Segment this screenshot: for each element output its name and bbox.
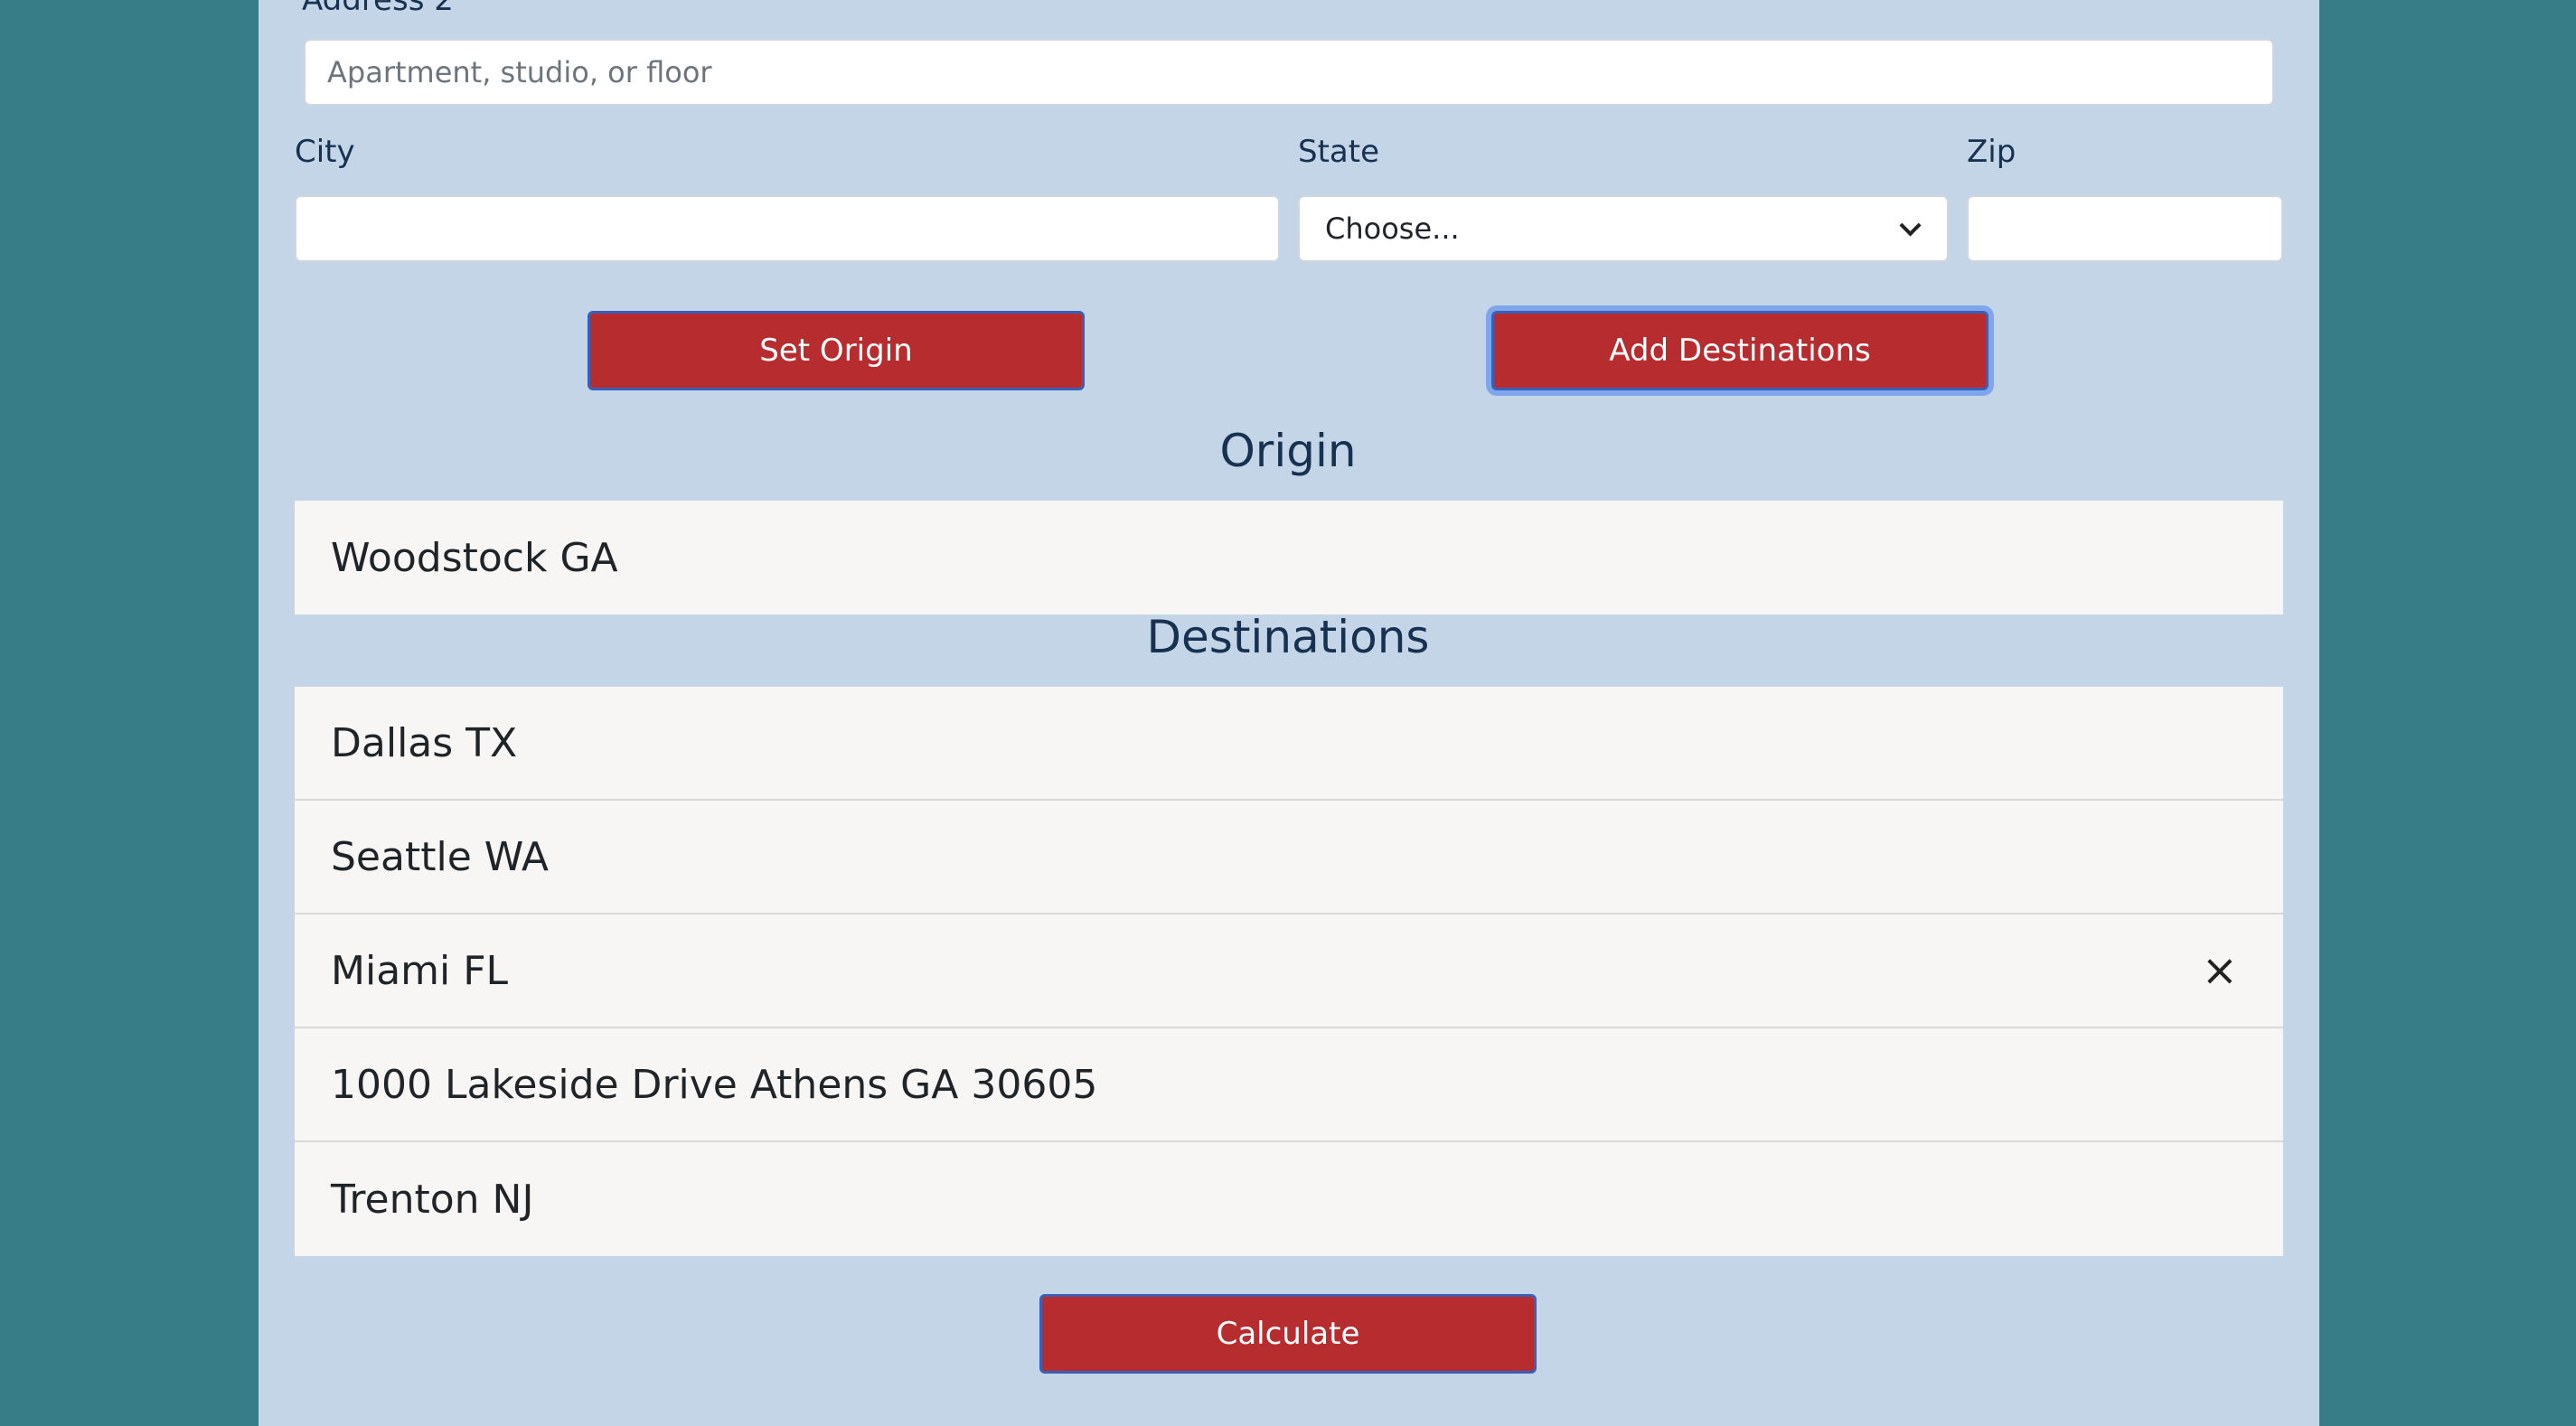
state-label: State [1298,134,1379,170]
zip-label: Zip [1967,134,2017,170]
origin-list: Woodstock GA [295,501,2283,614]
origin-heading: Origin [1219,425,1357,477]
origin-item-label: Woodstock GA [331,534,618,581]
destination-item-label: Trenton NJ [331,1176,534,1223]
destination-item[interactable]: Dallas TX [295,687,2283,801]
destination-item-label: Seattle WA [331,833,549,880]
chevron-down-icon [1899,213,1922,237]
zip-input[interactable] [1967,195,2283,262]
destination-item[interactable]: Seattle WA [295,801,2283,915]
destinations-list: Dallas TX Seattle WA Miami FL × 1000 Lak… [295,687,2283,1256]
destination-item[interactable]: 1000 Lakeside Drive Athens GA 30605 [295,1028,2283,1142]
origin-item: Woodstock GA [295,501,2283,614]
address2-input[interactable] [304,39,2274,106]
destination-item-label: Miami FL [331,947,509,994]
destination-item-label: Dallas TX [331,719,518,766]
address2-label: Address 2 [302,0,454,18]
add-destinations-button[interactable]: Add Destinations [1491,311,1988,390]
calculate-button[interactable]: Calculate [1039,1294,1537,1374]
state-select[interactable]: Choose... [1298,195,1949,262]
destination-item-label: 1000 Lakeside Drive Athens GA 30605 [331,1061,1098,1108]
city-label: City [295,134,355,170]
close-icon[interactable]: × [2202,949,2238,992]
destinations-heading: Destinations [1146,611,1430,663]
set-origin-button[interactable]: Set Origin [588,311,1085,390]
state-select-value: Choose... [1325,211,1460,246]
destination-item[interactable]: Miami FL × [295,915,2283,1028]
destination-item[interactable]: Trenton NJ [295,1142,2283,1256]
city-input[interactable] [295,195,1280,262]
